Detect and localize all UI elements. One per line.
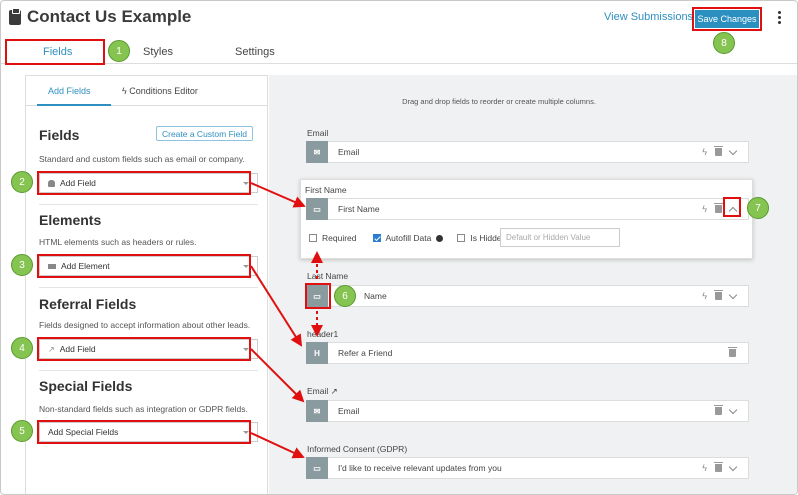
trash-icon[interactable] [714, 146, 723, 156]
chevron-down-icon[interactable] [728, 290, 738, 299]
field-row-referral-email[interactable]: ✉ Email [306, 400, 749, 422]
trash-icon[interactable] [714, 405, 723, 415]
field-options: Required Autofill Data Is Hidden? [309, 233, 511, 243]
field-actions [714, 405, 738, 415]
field-actions: ϟ [702, 146, 738, 157]
page-title: Contact Us Example [9, 7, 191, 27]
callout-7: 7 [747, 197, 769, 219]
subtab-label: Conditions Editor [129, 86, 198, 96]
bolt-icon[interactable]: ϟ [702, 463, 707, 473]
callout-5: 5 [11, 420, 33, 442]
tab-styles[interactable]: Styles [143, 46, 173, 58]
highlight-save-button [692, 7, 762, 31]
field-label-email: Email [307, 128, 329, 138]
field-label-gdpr: Informed Consent (GDPR) [307, 444, 408, 454]
callout-1: 1 [108, 40, 130, 62]
field-actions [728, 347, 737, 357]
form-title: Contact Us Example [27, 7, 192, 26]
autofill-checkbox[interactable] [372, 234, 381, 242]
envelope-icon: ✉ [306, 400, 328, 422]
info-icon[interactable] [436, 234, 444, 242]
chevron-down-icon[interactable] [728, 462, 738, 471]
field-row-gdpr[interactable]: ▭ I'd like to receive relevant updates f… [306, 457, 749, 479]
section-desc-special: Non-standard fields such as integration … [39, 404, 248, 414]
field-label-header1: header1 [307, 329, 339, 339]
highlight-drag-handle [305, 283, 331, 309]
section-heading-special: Special Fields [39, 378, 133, 394]
subtab-add-fields[interactable]: Add Fields [48, 86, 91, 96]
field-value: Email [338, 406, 360, 416]
bolt-icon[interactable]: ϟ [702, 291, 707, 301]
canvas-hint: Drag and drop fields to reorder or creat… [402, 97, 596, 106]
highlight-fields-tab [5, 39, 105, 65]
highlight-add-referral [37, 337, 251, 361]
create-custom-field-button[interactable]: Create a Custom Field [156, 126, 253, 141]
field-actions: ϟ [702, 462, 738, 473]
field-label-last-name: Last Name [307, 271, 349, 281]
trash-icon[interactable] [728, 347, 737, 357]
hidden-value-input[interactable]: Default or Hidden Value [500, 228, 620, 247]
bolt-icon: ϟ [122, 86, 127, 96]
field-value: Name [364, 291, 387, 301]
heading-icon: H [306, 342, 328, 364]
share-icon: ↗ [330, 386, 338, 396]
is-hidden-checkbox[interactable] [457, 234, 466, 242]
field-value: I'd like to receive relevant updates fro… [338, 463, 502, 473]
section-heading-referral: Referral Fields [39, 296, 137, 312]
bolt-icon[interactable]: ϟ [702, 147, 707, 157]
autofill-label: Autofill Data [385, 233, 432, 243]
section-heading-fields: Fields [39, 127, 80, 143]
id-card-icon: ▭ [306, 198, 328, 220]
callout-4: 4 [11, 337, 33, 359]
envelope-icon: ✉ [306, 141, 328, 163]
trash-icon[interactable] [714, 462, 723, 472]
field-row-last-name[interactable]: ▭ Name ϟ [306, 285, 749, 307]
highlight-add-special [37, 420, 251, 444]
required-checkbox[interactable] [309, 234, 317, 242]
field-value: Email [338, 147, 360, 157]
divider [39, 287, 258, 288]
divider [39, 370, 258, 371]
field-actions: ϟ [702, 290, 738, 301]
bolt-icon[interactable]: ϟ [702, 204, 707, 214]
highlight-add-element [37, 254, 251, 278]
callout-2: 2 [11, 171, 33, 193]
more-options-icon[interactable] [776, 11, 782, 26]
app-frame: Contact Us Example View Submissions Save… [0, 0, 798, 495]
field-value: Refer a Friend [338, 348, 393, 358]
highlight-add-field [37, 171, 251, 195]
section-desc-referral: Fields designed to accept information ab… [39, 320, 251, 330]
trash-icon[interactable] [714, 290, 723, 300]
highlight-chevron [723, 197, 741, 217]
active-subtab-indicator [37, 104, 111, 106]
field-label-first-name: First Name [305, 185, 347, 195]
clipboard-icon [9, 7, 21, 25]
trash-icon[interactable] [714, 203, 723, 213]
field-label-referral-email: Email ↗ [307, 386, 338, 397]
section-heading-elements: Elements [39, 212, 102, 228]
callout-3: 3 [11, 254, 33, 276]
id-card-icon: ▭ [306, 457, 328, 479]
tab-settings[interactable]: Settings [235, 46, 275, 58]
field-value: First Name [338, 204, 380, 214]
callout-6: 6 [334, 285, 356, 307]
chevron-down-icon[interactable] [728, 146, 738, 155]
field-row-first-name[interactable]: ▭ First Name ϟ [306, 198, 749, 220]
chevron-down-icon[interactable] [728, 405, 738, 414]
callout-8: 8 [713, 32, 735, 54]
view-submissions-link[interactable]: View Submissions [604, 11, 693, 23]
section-desc-elements: HTML elements such as headers or rules. [39, 237, 197, 247]
label-text: Email [307, 386, 329, 396]
required-label: Required [322, 233, 357, 243]
subtabs: Add Fields ϟ Conditions Editor [26, 76, 267, 106]
section-desc-fields: Standard and custom fields such as email… [39, 154, 245, 164]
divider [39, 204, 258, 205]
subtab-conditions-editor[interactable]: ϟ Conditions Editor [122, 86, 198, 96]
field-row-email[interactable]: ✉ Email ϟ [306, 141, 749, 163]
field-row-header1[interactable]: H Refer a Friend [306, 342, 749, 364]
